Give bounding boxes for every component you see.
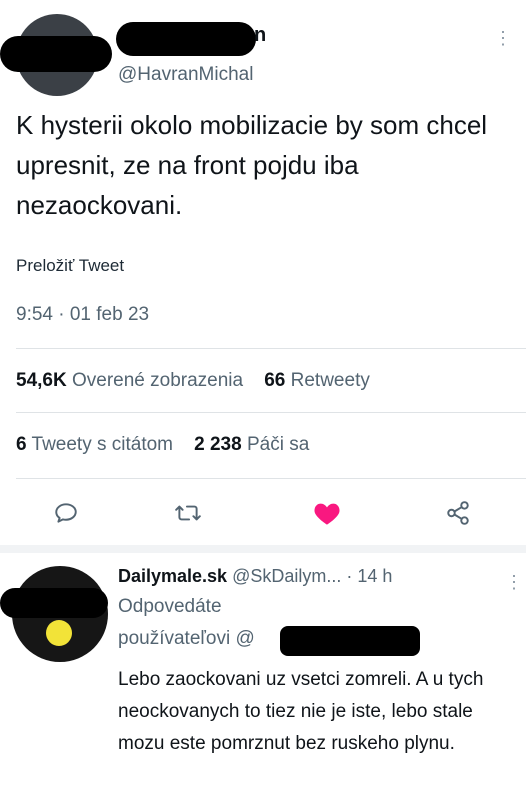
likes-count[interactable]: 2 238 [194, 434, 242, 455]
views-label[interactable]: Overené zobrazenia [72, 370, 243, 391]
views-count[interactable]: 54,6K [16, 370, 67, 391]
author-handle[interactable]: @HavranMichal [118, 64, 253, 86]
redaction-avatar-overlay [0, 36, 112, 72]
replying-prefix: používateľovi @ [118, 628, 255, 649]
redaction-name [116, 22, 256, 56]
more-icon-glyph: ⋮ [494, 28, 512, 48]
share-button[interactable] [442, 497, 474, 529]
reply-author-name[interactable]: Dailymale.sk [118, 566, 227, 586]
heart-icon [314, 503, 340, 525]
redaction-replying-user [280, 626, 420, 656]
likes-label[interactable]: Páči sa [247, 434, 309, 455]
author-name[interactable]: n [254, 24, 266, 47]
retweets-count[interactable]: 66 [264, 370, 285, 391]
replying-to-label: Odpovedáte [118, 596, 222, 617]
like-button[interactable] [311, 497, 343, 529]
divider [16, 348, 526, 349]
tweet-timestamp[interactable]: 9:54 · 01 feb 23 [16, 304, 149, 326]
stats-row-views-retweets: 54,6K Overené zobrazenia 66 Retweety [16, 370, 370, 392]
divider [16, 478, 526, 479]
translate-link[interactable]: Preložiť Tweet [16, 256, 124, 276]
more-options-icon[interactable]: ⋮ [494, 29, 512, 47]
reply-button[interactable] [50, 497, 82, 529]
stats-row-quotes-likes: 6 Tweety s citátom 2 238 Páči sa [16, 434, 309, 456]
tweet-text: K hysterii okolo mobilizacie by som chce… [16, 110, 488, 220]
reply-icon [55, 503, 77, 523]
retweet-icon [175, 505, 201, 521]
share-icon [447, 501, 469, 525]
retweets-label[interactable]: Retweety [291, 370, 370, 391]
retweet-button[interactable] [172, 497, 204, 529]
reply-text: Lebo zaockovani uz vsetci zomreli. A u t… [118, 669, 484, 754]
reply-more-glyph: ⋮ [505, 572, 523, 592]
reply-author-handle[interactable]: @SkDailym... [232, 566, 341, 586]
reply-avatar-yellow-dot [46, 620, 72, 646]
quotes-count[interactable]: 6 [16, 434, 27, 455]
quotes-label[interactable]: Tweety s citátom [32, 434, 174, 455]
reply-header: Dailymale.sk @SkDailym... · 14 h [118, 566, 392, 587]
divider [16, 412, 526, 413]
reply-time[interactable]: · 14 h [346, 566, 392, 586]
redaction-reply-avatar [0, 588, 108, 618]
reply-more-icon[interactable]: ⋮ [505, 572, 523, 593]
section-separator [0, 545, 526, 553]
